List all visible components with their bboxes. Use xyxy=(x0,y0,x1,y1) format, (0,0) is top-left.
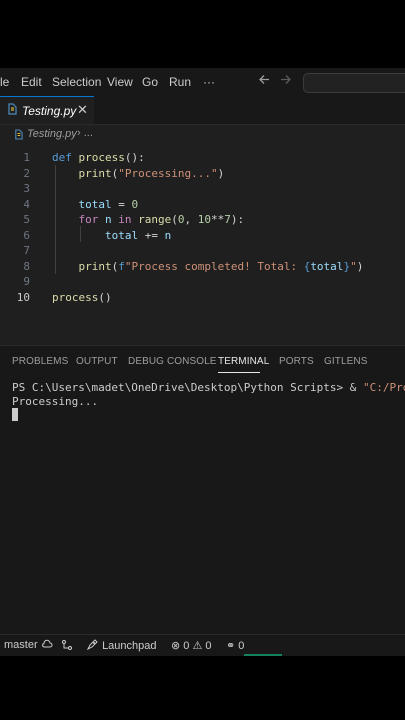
python-file-icon xyxy=(8,103,17,115)
tab-debug-console[interactable]: DEBUG CONSOLE xyxy=(128,356,217,367)
breadcrumb: Testing.py › ... xyxy=(0,125,405,145)
menu-selection[interactable]: Selection xyxy=(52,75,101,89)
terminal-command-path: "C:/Program F xyxy=(363,381,405,394)
code-editor[interactable]: 1 2 3 4 5 6 7 8 9 10 def process(): prin… xyxy=(0,145,405,345)
progress-bar xyxy=(244,654,282,656)
line-number: 6 xyxy=(23,229,30,242)
vscode-window: le Edit Selection View Go Run ··· Testin… xyxy=(0,68,405,656)
line-number: 8 xyxy=(23,260,30,273)
tab-testing-py[interactable]: Testing.py ✕ xyxy=(0,96,94,124)
tab-ports[interactable]: PORTS xyxy=(279,356,314,367)
menu-run[interactable]: Run xyxy=(169,75,191,89)
bottom-panel: PROBLEMS OUTPUT DEBUG CONSOLE TERMINAL P… xyxy=(0,345,405,644)
code-line: def process(): xyxy=(52,151,145,164)
status-bar: master Launchpad ⊗ 0 ⚠ 0 ⚭ 0 xyxy=(0,634,405,656)
menu-edit[interactable]: Edit xyxy=(21,75,42,89)
ports-icon: ⚭ xyxy=(226,640,236,652)
tab-problems[interactable]: PROBLEMS xyxy=(12,356,68,367)
problems-status[interactable]: ⊗ 0 ⚠ 0 xyxy=(171,639,212,652)
menu-go[interactable]: Go xyxy=(142,75,158,89)
arrow-left-icon[interactable] xyxy=(258,73,271,89)
warning-icon: ⚠ xyxy=(192,640,203,652)
menu-view[interactable]: View xyxy=(107,75,133,89)
tab-output[interactable]: OUTPUT xyxy=(76,356,118,367)
warning-count: 0 xyxy=(205,640,212,652)
tab-gitlens[interactable]: GITLENS xyxy=(324,356,368,367)
terminal-line[interactable]: PS C:\Users\madet\OneDrive\Desktop\Pytho… xyxy=(12,381,405,394)
code-line: process() xyxy=(52,291,112,304)
breadcrumb-more[interactable]: › ... xyxy=(77,127,93,139)
error-icon: ⊗ xyxy=(171,640,181,652)
launchpad-status[interactable]: Launchpad xyxy=(86,639,157,652)
python-file-icon xyxy=(15,129,23,140)
error-count: 0 xyxy=(183,640,190,652)
editor-tab-bar: Testing.py ✕ xyxy=(0,96,405,125)
menu-file[interactable]: le xyxy=(0,75,9,89)
terminal-cursor xyxy=(12,408,18,421)
breadcrumb-file[interactable]: Testing.py xyxy=(27,128,77,140)
line-number: 2 xyxy=(23,167,30,180)
code-line: for n in range(0, 10**7): xyxy=(78,213,245,226)
line-number: 3 xyxy=(23,182,30,195)
ports-count: 0 xyxy=(238,640,245,652)
line-number: 4 xyxy=(23,198,30,211)
code-line: print("Processing...") xyxy=(78,167,225,180)
branch-name: master xyxy=(4,639,38,651)
line-number: 1 xyxy=(23,151,30,164)
rocket-icon xyxy=(86,639,98,651)
close-icon[interactable]: ✕ xyxy=(77,102,88,118)
command-center-search[interactable] xyxy=(303,73,405,93)
tab-terminal[interactable]: TERMINAL xyxy=(218,356,269,367)
terminal-output: Processing... xyxy=(12,395,99,408)
line-number: 9 xyxy=(23,275,30,288)
ports-status[interactable]: ⚭ 0 xyxy=(226,639,244,652)
line-number: 7 xyxy=(23,244,30,257)
code-line: print(f"Process completed! Total: {total… xyxy=(78,260,364,273)
tab-label: Testing.py xyxy=(22,104,77,118)
terminal-prompt: PS C:\Users\madet\OneDrive\Desktop\Pytho… xyxy=(12,381,363,394)
cloud-sync-icon xyxy=(41,639,53,648)
active-tab-indicator xyxy=(218,372,260,373)
line-number: 5 xyxy=(23,213,30,226)
arrow-right-icon[interactable] xyxy=(279,73,292,89)
code-line: total += n xyxy=(104,229,172,242)
launchpad-label: Launchpad xyxy=(102,640,157,652)
line-number-active: 10 xyxy=(16,291,30,304)
menu-more[interactable]: ··· xyxy=(203,75,215,89)
menu-bar: le Edit Selection View Go Run ··· xyxy=(0,68,405,96)
git-graph-icon[interactable] xyxy=(61,639,73,654)
code-line: total = 0 xyxy=(78,198,139,211)
branch-status[interactable]: master xyxy=(4,639,53,651)
